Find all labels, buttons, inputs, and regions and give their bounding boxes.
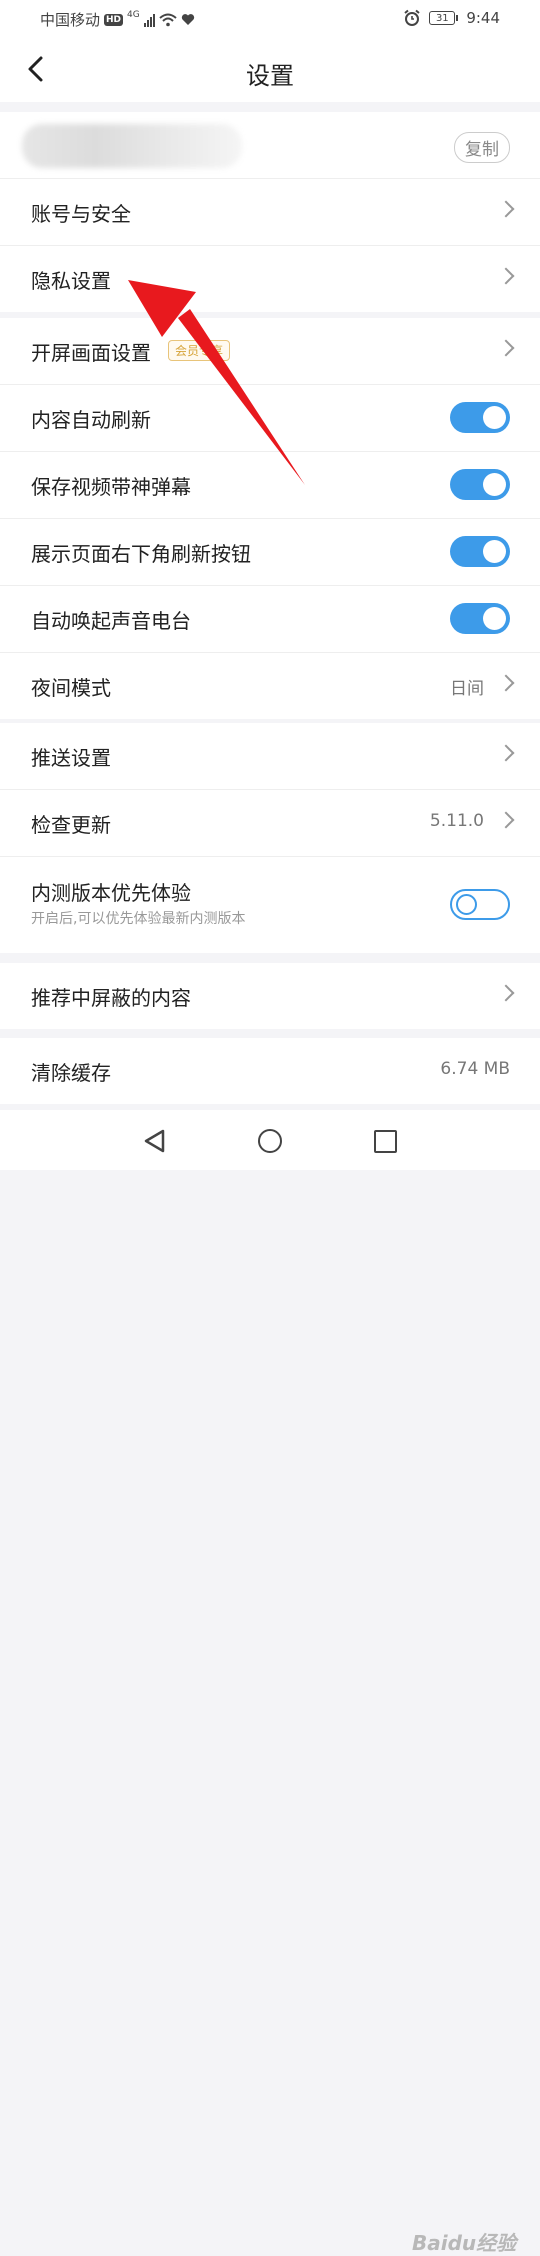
auto-refresh-toggle[interactable]	[450, 402, 510, 433]
row-label: 账号与安全	[31, 202, 131, 226]
row-label: 开屏画面设置	[31, 341, 151, 365]
chevron-right-icon	[497, 674, 515, 692]
row-subtext: 开启后,可以优先体验最新内测版本	[31, 911, 246, 927]
nav-home-icon[interactable]	[258, 1129, 282, 1153]
row-refresh-button: 展示页面右下角刷新按钮	[0, 519, 540, 586]
page-title: 设置	[246, 62, 294, 90]
alarm-icon	[404, 9, 420, 26]
row-label: 展示页面右下角刷新按钮	[31, 542, 251, 566]
settings-group-account: 复制 账号与安全 隐私设置	[0, 112, 540, 312]
battery-icon: 31	[429, 11, 459, 25]
settings-group-storage: 清除缓存 6.74 MB	[0, 1038, 540, 1104]
wifi-icon	[159, 13, 177, 26]
account-id-row: 复制	[0, 112, 540, 179]
row-label: 自动唤起声音电台	[31, 609, 191, 633]
row-auto-refresh: 内容自动刷新	[0, 385, 540, 452]
refresh-button-toggle[interactable]	[450, 536, 510, 567]
chevron-right-icon	[497, 984, 515, 1002]
row-label: 内容自动刷新	[31, 408, 151, 432]
row-night-mode[interactable]: 夜间模式 日间	[0, 653, 540, 719]
nav-recents-icon[interactable]	[374, 1130, 397, 1153]
chevron-right-icon	[497, 267, 515, 285]
row-radio: 自动唤起声音电台	[0, 586, 540, 653]
network-type: 4G	[127, 9, 140, 20]
signal-icon	[143, 13, 155, 27]
chevron-right-icon	[497, 200, 515, 218]
radio-toggle[interactable]	[450, 603, 510, 634]
beta-toggle[interactable]	[450, 889, 510, 920]
row-blocked-content[interactable]: 推荐中屏蔽的内容	[0, 963, 540, 1029]
cache-size-value: 6.74 MB	[440, 1059, 510, 1079]
settings-group-updates: 推送设置 检查更新 5.11.0 内测版本优先体验 开启后,可以优先体验最新内测…	[0, 723, 540, 953]
system-nav-bar: Baidu经验	[0, 1110, 540, 2255]
night-mode-value: 日间	[450, 679, 484, 699]
hd-icon: HD	[104, 13, 124, 26]
row-label: 保存视频带神弹幕	[31, 475, 191, 499]
row-label: 推荐中屏蔽的内容	[31, 986, 191, 1010]
row-label: 隐私设置	[31, 269, 111, 293]
row-label: 内测版本优先体验	[31, 881, 191, 905]
row-account-security[interactable]: 账号与安全	[0, 179, 540, 246]
chevron-right-icon	[497, 339, 515, 357]
settings-group-blocked: 推荐中屏蔽的内容	[0, 963, 540, 1029]
copy-button[interactable]: 复制	[454, 132, 510, 163]
save-danmaku-toggle[interactable]	[450, 469, 510, 500]
row-clear-cache[interactable]: 清除缓存 6.74 MB	[0, 1038, 540, 1104]
chevron-right-icon	[497, 744, 515, 762]
battery-level: 31	[429, 11, 456, 25]
row-push-settings[interactable]: 推送设置	[0, 723, 540, 790]
blurred-account-id	[22, 124, 242, 168]
carrier-name: 中国移动	[40, 11, 101, 29]
row-save-danmaku: 保存视频带神弹幕	[0, 452, 540, 519]
app-header: 设置	[0, 38, 540, 102]
status-bar: 中国移动 HD 4G 31 9:44	[0, 0, 540, 38]
row-label: 检查更新	[31, 813, 111, 837]
chevron-right-icon	[497, 811, 515, 829]
row-beta: 内测版本优先体验 开启后,可以优先体验最新内测版本	[0, 857, 540, 953]
settings-group-display: 开屏画面设置 会员专享 内容自动刷新 保存视频带神弹幕 展示页面右下角刷新按钮 …	[0, 318, 540, 719]
heart-icon	[181, 14, 194, 25]
row-label: 清除缓存	[31, 1061, 111, 1085]
watermark: Baidu经验	[412, 2231, 517, 2255]
vip-badge: 会员专享	[168, 340, 231, 361]
clock: 9:44	[466, 9, 500, 27]
version-value: 5.11.0	[429, 811, 484, 831]
row-splash-settings[interactable]: 开屏画面设置 会员专享	[0, 318, 540, 385]
row-label: 夜间模式	[31, 676, 111, 700]
row-check-update[interactable]: 检查更新 5.11.0	[0, 790, 540, 857]
row-label: 推送设置	[31, 746, 111, 770]
row-privacy-settings[interactable]: 隐私设置	[0, 246, 540, 312]
nav-back-icon[interactable]	[142, 1128, 168, 1154]
